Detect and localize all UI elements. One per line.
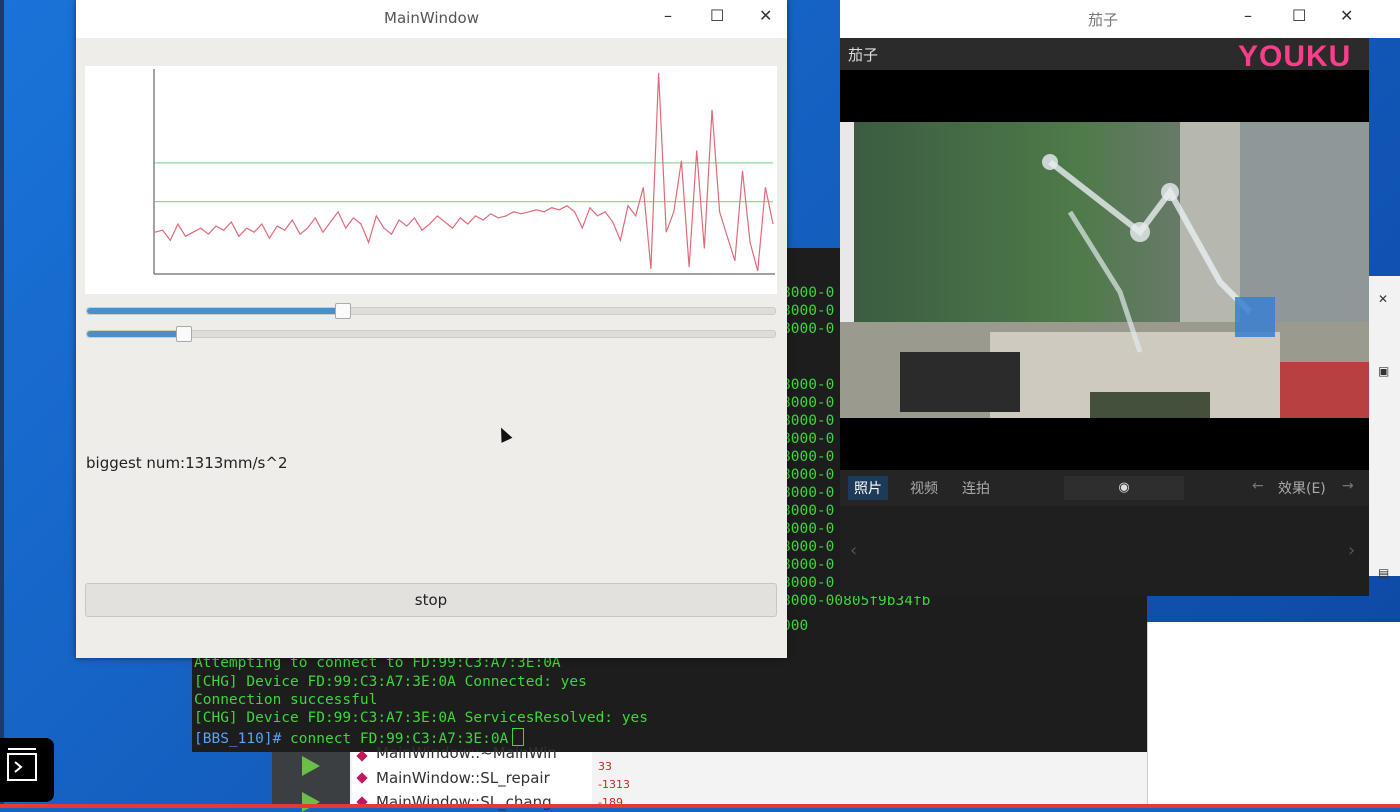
terminal-hex-line: 8000-0 — [782, 503, 835, 519]
desktop-edge — [0, 0, 4, 808]
brand-logo: YOUKU — [1238, 40, 1352, 73]
ide-value: 33 — [598, 760, 612, 773]
terminal-icon — [7, 748, 37, 781]
method-icon — [356, 772, 368, 784]
close-icon[interactable]: ✕ — [1340, 6, 1353, 25]
terminal-hex-line: 8000-0 — [782, 321, 835, 337]
terminal-prompt: [BBS_110]# — [194, 731, 282, 747]
close-icon[interactable]: ✕ — [759, 6, 772, 25]
terminal-hex-line: 8000-0 — [782, 485, 835, 501]
slider-1[interactable] — [86, 303, 776, 319]
background-panel — [1147, 622, 1400, 808]
camera-icon: ◉ — [1118, 480, 1130, 495]
next-arrow-icon[interactable]: → — [1342, 478, 1354, 494]
ide-function-list: MainWindow::~MainWin MainWindow::SL_repa… — [352, 744, 592, 811]
terminal-hex-line: 8000-0 — [782, 467, 835, 483]
slider-1-handle[interactable] — [334, 303, 351, 319]
robot-arm-scene — [840, 122, 1369, 418]
terminal-launcher-button[interactable] — [0, 738, 54, 802]
acceleration-plot — [85, 66, 777, 294]
effects-menu[interactable]: 效果(E) — [1278, 478, 1326, 498]
slider-2[interactable] — [86, 326, 776, 342]
prev-arrow-icon[interactable]: ← — [1252, 478, 1264, 494]
ide-gutter — [272, 752, 350, 812]
series-line — [154, 73, 774, 272]
tab-photo[interactable]: 照片 — [848, 476, 888, 500]
camera-video — [840, 122, 1369, 418]
terminal-hex-line: 8000-0 — [782, 575, 835, 591]
terminal-hex-line: 8000-0 — [782, 377, 835, 393]
run-icon[interactable] — [302, 756, 320, 776]
method-icon — [356, 750, 368, 762]
chevron-right-icon[interactable]: › — [1348, 540, 1355, 561]
terminal-hex-line: 8000-0 — [782, 431, 835, 447]
player-window[interactable]: 茄子 – ☐ ✕ 茄子 照片 视频 连拍 ◉ ← 效果(E) → ‹ › — [840, 0, 1400, 596]
run-icon[interactable] — [302, 792, 320, 812]
terminal-hex-line: 8000-0 — [782, 413, 835, 429]
terminal-hex-line: 8000-0 — [782, 395, 835, 411]
slider-2-handle[interactable] — [176, 326, 193, 342]
maximize-icon[interactable]: ☐ — [710, 6, 724, 25]
slider-2-fill — [87, 331, 184, 337]
tab-video[interactable]: 视频 — [910, 478, 938, 498]
player-title-bar[interactable]: 茄子 – ☐ ✕ — [840, 0, 1400, 38]
terminal-hex-line: 8000-0 — [782, 449, 835, 465]
ide-list-item[interactable]: MainWindow::~MainWin — [376, 744, 557, 762]
terminal-hex-line: 8000-0 — [782, 285, 835, 301]
terminal-log-line: Connection successful — [194, 692, 378, 708]
player-title: 茄子 — [1088, 11, 1119, 29]
ide-list-item[interactable]: MainWindow::SL_repair — [376, 769, 550, 787]
slider-1-fill — [87, 308, 342, 314]
title-bar[interactable]: MainWindow – ☐ ✕ — [76, 0, 787, 38]
camera-capture-button[interactable]: ◉ — [1064, 476, 1184, 500]
minimize-icon[interactable]: – — [1244, 6, 1252, 25]
progress-bar — [0, 804, 1400, 808]
player-subtitle: 茄子 — [848, 46, 879, 64]
main-window[interactable]: MainWindow – ☐ ✕ biggest num:1313mm/s^2 … — [76, 0, 787, 658]
close-icon[interactable]: ✕ — [1378, 292, 1388, 306]
panel-icon[interactable]: ▤ — [1378, 566, 1389, 580]
tab-burst[interactable]: 连拍 — [962, 478, 990, 498]
minimize-icon[interactable]: – — [664, 6, 672, 25]
terminal-hex-line: 8000-0 — [782, 539, 835, 555]
terminal-hex-line: 8000-0 — [782, 521, 835, 537]
panel-icon[interactable]: ▣ — [1378, 364, 1389, 378]
maximize-icon[interactable]: ☐ — [1292, 6, 1306, 25]
terminal-hex-line: 8000-0 — [782, 557, 835, 573]
mode-tabs: 照片 视频 连拍 ◉ ← 效果(E) → — [840, 470, 1369, 506]
background-toolbar: ✕ ▣ ▤ — [1368, 276, 1400, 580]
stop-button[interactable]: stop — [85, 583, 777, 617]
window-title: MainWindow — [384, 9, 479, 27]
ide-value: -1313 — [598, 778, 630, 791]
chevron-left-icon[interactable]: ‹ — [850, 540, 857, 561]
gallery-strip: ‹ › — [840, 506, 1369, 596]
terminal-log-line: [CHG] Device FD:99:C3:A7:3E:0A ServicesR… — [194, 710, 648, 726]
ide-list-item[interactable]: MainWindow::SL_chang — [376, 793, 552, 811]
terminal-log-line: [CHG] Device FD:99:C3:A7:3E:0A Connected… — [194, 674, 587, 690]
biggest-num-label: biggest num:1313mm/s^2 — [86, 454, 288, 472]
plot-canvas — [153, 69, 775, 275]
terminal-hex-line: 8000-0 — [782, 303, 835, 319]
